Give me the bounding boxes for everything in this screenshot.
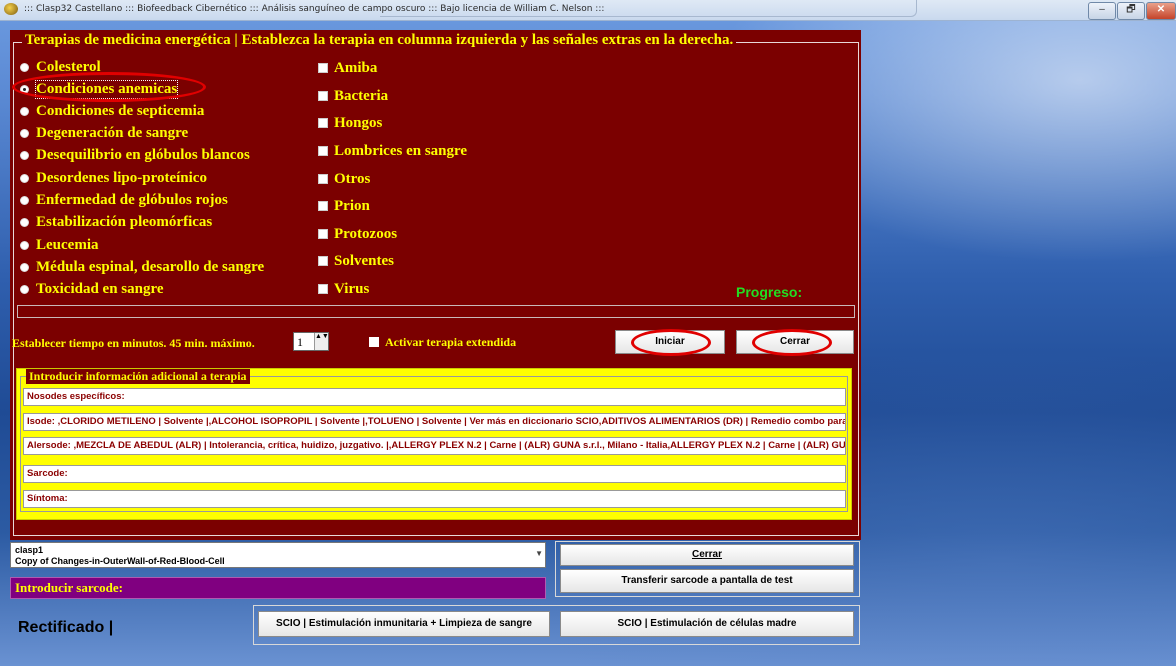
radio-icon[interactable] — [20, 128, 29, 138]
chevron-down-icon[interactable]: ▼ — [535, 549, 543, 558]
signal-label: Protozoos — [334, 225, 398, 242]
checkbox-box[interactable] — [318, 174, 328, 184]
close-therapy-button[interactable]: Cerrar — [736, 330, 854, 354]
signal-checkbox[interactable]: Amiba — [318, 58, 377, 78]
signal-checkbox[interactable]: Virus — [318, 279, 369, 299]
therapy-radio[interactable]: Desordenes lipo-proteínico — [20, 168, 207, 188]
signal-checkbox[interactable]: Hongos — [318, 113, 382, 133]
therapy-label: Condiciones anemicas — [34, 79, 179, 99]
checkbox-box[interactable] — [318, 201, 328, 211]
maximize-button[interactable]: 🗗 — [1117, 2, 1145, 20]
timer-label: Establecer tiempo en minutos. 45 min. má… — [12, 336, 255, 350]
signal-checkbox[interactable]: Protozoos — [318, 224, 397, 244]
signal-checkbox[interactable]: Prion — [318, 196, 370, 216]
bottom-close-button[interactable]: Cerrar — [560, 544, 854, 566]
signal-label: Lombrices en sangre — [334, 142, 468, 159]
radio-icon[interactable] — [20, 173, 29, 183]
timer-spinner[interactable]: 1 ▲▼ — [293, 332, 329, 351]
timer-value[interactable]: 1 — [297, 335, 303, 350]
therapy-label: Estabilización pleomórficas — [36, 213, 213, 230]
therapy-radio[interactable]: Desequilibrio en glóbulos blancos — [20, 145, 250, 165]
extended-therapy-checkbox[interactable]: Activar terapia extendida — [369, 333, 516, 351]
signal-label: Otros — [334, 170, 371, 187]
therapy-label: Colesterol — [36, 58, 101, 75]
bottom-close-label: Cerrar — [691, 549, 723, 560]
therapy-radio[interactable]: Condiciones anemicas — [20, 79, 179, 99]
spinner-arrows-icon[interactable]: ▲▼ — [314, 333, 329, 350]
progress-bar — [17, 305, 855, 318]
nosodes-field[interactable]: Nosodes específicos: — [23, 388, 846, 406]
isode-field[interactable]: Isode: ,CLORIDO METILENO | Solvente |,AL… — [23, 413, 846, 431]
therapy-label: Leucemia — [36, 236, 99, 253]
signal-checkbox[interactable]: Lombrices en sangre — [318, 141, 467, 161]
radio-icon[interactable] — [20, 195, 29, 205]
checkbox-box[interactable] — [318, 256, 328, 266]
signal-checkbox[interactable]: Solventes — [318, 251, 394, 271]
signal-label: Bacteria — [334, 87, 389, 104]
therapy-label: Desequilibrio en glóbulos blancos — [36, 146, 250, 163]
therapy-label: Condiciones de septicemia — [36, 102, 205, 119]
combo-line-2: Copy of Changes-in-OuterWall-of-Red-Bloo… — [15, 556, 225, 566]
signal-checkbox[interactable]: Bacteria — [318, 86, 388, 106]
additional-info-legend: Introducir información adicional a terap… — [26, 369, 250, 384]
titlebar-divider — [380, 0, 917, 17]
transfer-sarcode-button[interactable]: Transferir sarcode a pantalla de test — [560, 569, 854, 593]
remedy-combo[interactable]: clasp1 Copy of Changes-in-OuterWall-of-R… — [10, 542, 546, 568]
therapy-label: Enfermedad de glóbulos rojos — [36, 191, 228, 208]
checkbox-box[interactable] — [318, 146, 328, 156]
signal-label: Solventes — [334, 252, 394, 269]
sintoma-field[interactable]: Síntoma: — [23, 490, 846, 508]
alersode-field[interactable]: Alersode: ,MEZCLA DE ABEDUL (ALR) | Into… — [23, 437, 846, 455]
therapy-label: Toxicidad en sangre — [36, 280, 164, 297]
minimize-button[interactable]: ‒ — [1088, 2, 1116, 20]
window-titlebar[interactable]: ::: Clasp32 Castellano ::: Biofeedback C… — [0, 0, 1176, 21]
therapy-legend: Terapias de medicina energética | Establ… — [22, 32, 737, 49]
therapy-radio[interactable]: Leucemia — [20, 235, 98, 255]
signal-label: Hongos — [334, 114, 383, 131]
radio-selected-icon[interactable] — [20, 84, 29, 94]
radio-icon[interactable] — [20, 240, 29, 250]
signal-label: Prion — [334, 197, 370, 214]
therapy-label: Degeneración de sangre — [36, 124, 189, 141]
window-controls: ‒ 🗗 ✕ — [1088, 2, 1176, 20]
radio-icon[interactable] — [20, 262, 29, 272]
therapy-radio[interactable]: Estabilización pleomórficas — [20, 212, 212, 232]
extended-therapy-label: Activar terapia extendida — [385, 334, 517, 349]
scio-immune-button[interactable]: SCIO | Estimulación inmunitaria + Limpie… — [258, 611, 550, 637]
radio-icon[interactable] — [20, 106, 29, 116]
checkbox-box[interactable] — [318, 91, 328, 101]
radio-icon[interactable] — [20, 284, 29, 294]
combo-line-1: clasp1 — [15, 545, 44, 555]
scio-stemcell-button[interactable]: SCIO | Estimulación de células madre — [560, 611, 854, 637]
therapy-radio[interactable]: Toxicidad en sangre — [20, 279, 164, 299]
signal-label: Amiba — [334, 59, 378, 76]
sarcode-input-bar[interactable]: Introducir sarcode: — [10, 577, 546, 599]
sarcode-field[interactable]: Sarcode: — [23, 465, 846, 483]
checkbox-box[interactable] — [318, 229, 328, 239]
therapy-radio[interactable]: Médula espinal, desarollo de sangre — [20, 257, 264, 277]
therapy-label: Médula espinal, desarollo de sangre — [36, 258, 265, 275]
radio-icon[interactable] — [20, 62, 29, 72]
close-window-button[interactable]: ✕ — [1146, 2, 1176, 20]
therapy-label: Desordenes lipo-proteínico — [36, 169, 207, 186]
checkbox-box[interactable] — [318, 284, 328, 294]
signal-label: Virus — [334, 280, 370, 297]
app-icon — [4, 3, 18, 15]
therapy-radio[interactable]: Colesterol — [20, 57, 101, 77]
checkbox-box[interactable] — [318, 63, 328, 73]
start-button[interactable]: Iniciar — [615, 330, 725, 354]
checkbox-box[interactable] — [318, 118, 328, 128]
radio-icon[interactable] — [20, 217, 29, 227]
progress-label: Progreso: — [736, 284, 803, 300]
status-label: Rectificado | — [18, 619, 114, 636]
signal-checkbox[interactable]: Otros — [318, 169, 370, 189]
radio-icon[interactable] — [20, 150, 29, 160]
therapy-radio[interactable]: Enfermedad de glóbulos rojos — [20, 190, 228, 210]
checkbox-box[interactable] — [369, 337, 379, 347]
therapy-radio[interactable]: Degeneración de sangre — [20, 123, 188, 143]
therapy-radio[interactable]: Condiciones de septicemia — [20, 101, 204, 121]
